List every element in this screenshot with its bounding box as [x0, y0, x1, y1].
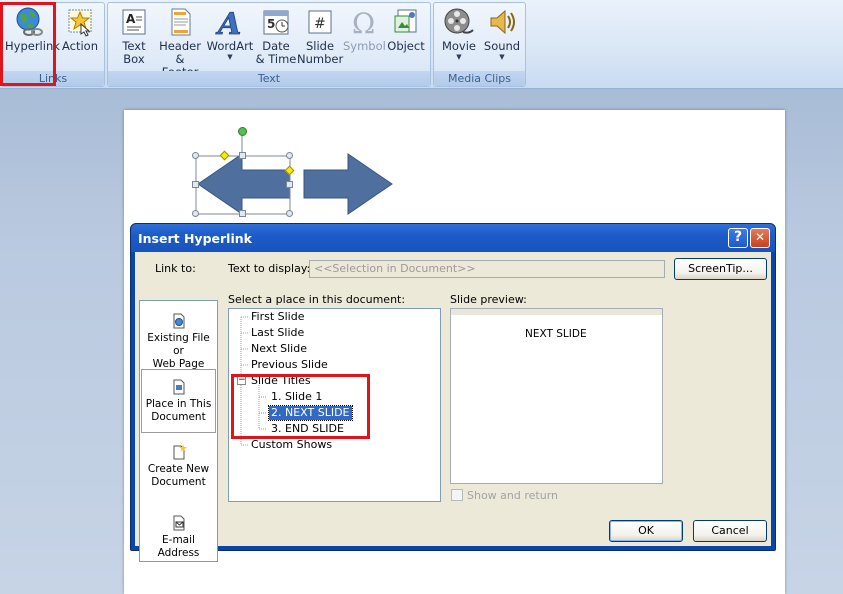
wordart-a-icon: A	[214, 6, 246, 43]
cancel-button[interactable]: Cancel	[693, 520, 767, 542]
text-group-label: Text	[108, 71, 430, 86]
resize-handle-ne[interactable]	[286, 152, 293, 159]
omega-icon: Ω	[348, 6, 380, 40]
symbol-label: Symbol	[343, 39, 386, 53]
preview-slide-title: NEXT SLIDE	[525, 328, 587, 340]
preview-top-band	[451, 309, 662, 315]
resize-handle-se[interactable]	[286, 210, 293, 217]
movie-button[interactable]: Movie ▼	[437, 6, 481, 61]
show-and-return-checkbox[interactable]	[451, 489, 463, 501]
text-box-label-1: Text	[122, 39, 146, 53]
chevron-down-icon: ▼	[227, 53, 233, 61]
new-document-icon	[171, 444, 187, 460]
text-to-display-label: Text to display:	[228, 262, 311, 275]
text-box-icon: A	[118, 6, 150, 38]
place-email-address[interactable]: E-mail Address	[141, 515, 216, 559]
place-existing-file-line1: Existing File or	[147, 332, 210, 357]
text-box-button[interactable]: A Text Box	[112, 6, 156, 66]
place-in-this-document-line1: Place in This	[145, 398, 212, 410]
resize-handle-e[interactable]	[286, 181, 293, 188]
slide-titles-highlight-box	[231, 374, 370, 439]
date-time-label-2: & Time	[255, 52, 297, 66]
globe-file-icon	[171, 313, 187, 329]
place-email-line1: E-mail Address	[157, 534, 200, 559]
movie-label: Movie	[441, 39, 477, 53]
action-button[interactable]: Action	[58, 6, 102, 53]
media-clips-group-label: Media Clips	[434, 71, 525, 86]
action-label: Action	[61, 39, 99, 53]
ok-button[interactable]: OK	[609, 520, 683, 542]
help-icon[interactable]: ?	[728, 228, 748, 248]
object-button[interactable]: Object	[385, 6, 427, 53]
media-clips-group: Movie ▼ Sound ▼ Media Clips	[433, 2, 526, 87]
number-sign-icon: #	[304, 6, 336, 38]
svg-text:5: 5	[267, 17, 275, 31]
object-label: Object	[387, 39, 425, 53]
right-arrow-shape	[303, 153, 393, 215]
svg-text:A: A	[215, 7, 241, 38]
place-existing-file[interactable]: Existing File or Web Page	[141, 313, 216, 370]
place-in-this-document[interactable]: Place in This Document	[141, 369, 216, 433]
sound-button[interactable]: Sound ▼	[481, 6, 523, 61]
text-to-display-input[interactable]: <<Selection in Document>>	[309, 260, 665, 278]
rotate-handle[interactable]	[238, 127, 247, 136]
dialog-title: Insert Hyperlink	[138, 231, 252, 246]
insert-hyperlink-dialog: Insert Hyperlink ? ✕ Link to: Text to di…	[130, 223, 776, 562]
link-to-places-bar: Existing File or Web Page Place in This …	[139, 300, 218, 562]
header-footer-button[interactable]: Header & Footer	[156, 6, 204, 79]
resize-handle-w[interactable]	[192, 181, 199, 188]
dialog-title-bar[interactable]: Insert Hyperlink ? ✕	[131, 224, 775, 252]
left-arrow-shape	[197, 153, 291, 215]
tree-first-slide[interactable]: First Slide	[251, 310, 305, 324]
calendar-icon: 5	[260, 6, 292, 38]
page-icon	[164, 6, 196, 38]
place-create-new-line2: Document	[151, 476, 206, 488]
select-place-label: Select a place in this document:	[228, 293, 406, 306]
chevron-down-icon: ▼	[499, 53, 505, 61]
place-create-new-line1: Create New	[147, 463, 210, 475]
date-time-label-1: Date	[262, 39, 290, 53]
svg-text:Ω: Ω	[352, 7, 375, 38]
slide-number-label-1: Slide	[305, 39, 335, 53]
resize-handle-n[interactable]	[239, 152, 246, 159]
symbol-button[interactable]: Ω Symbol	[343, 6, 386, 53]
svg-text:A: A	[126, 12, 136, 26]
resize-handle-s[interactable]	[239, 210, 246, 217]
ribbon: Hyperlink Action Links A Text Box Header…	[0, 0, 843, 89]
email-icon	[171, 515, 187, 531]
object-icon	[390, 6, 422, 38]
chevron-down-icon: ▼	[456, 53, 462, 61]
text-group: A Text Box Header & Footer	[107, 2, 431, 87]
header-footer-label-1: Header	[159, 39, 201, 53]
hyperlink-highlight-box	[0, 2, 56, 86]
sound-label: Sound	[483, 39, 521, 53]
tree-next-slide[interactable]: Next Slide	[251, 342, 307, 356]
tree-last-slide[interactable]: Last Slide	[251, 326, 304, 340]
link-to-label: Link to:	[155, 262, 196, 275]
slide-preview-label: Slide preview:	[450, 293, 527, 306]
resize-handle-nw[interactable]	[192, 152, 199, 159]
film-reel-icon	[443, 6, 475, 38]
document-place-icon	[171, 379, 187, 395]
wordart-label: WordArt	[206, 39, 254, 53]
tree-previous-slide[interactable]: Previous Slide	[251, 358, 328, 372]
svg-text:#: #	[314, 16, 326, 32]
place-in-this-document-line2: Document	[151, 411, 206, 423]
resize-handle-sw[interactable]	[192, 210, 199, 217]
speaker-icon	[486, 6, 518, 38]
slide-preview-pane: NEXT SLIDE	[450, 308, 663, 484]
tree-custom-shows[interactable]: Custom Shows	[251, 438, 332, 452]
wordart-button[interactable]: A WordArt ▼	[205, 6, 255, 61]
slide-number-label-2: Number	[297, 52, 344, 66]
date-time-button[interactable]: 5 Date & Time	[255, 6, 297, 66]
star-hand-icon	[64, 6, 96, 38]
show-and-return-label: Show and return	[467, 489, 559, 502]
text-box-label-2: Box	[123, 52, 145, 66]
close-icon[interactable]: ✕	[750, 228, 770, 248]
screentip-button[interactable]: ScreenTip...	[674, 258, 767, 280]
place-create-new-document[interactable]: Create New Document	[141, 444, 216, 492]
slide-number-button[interactable]: # Slide Number	[297, 6, 343, 66]
